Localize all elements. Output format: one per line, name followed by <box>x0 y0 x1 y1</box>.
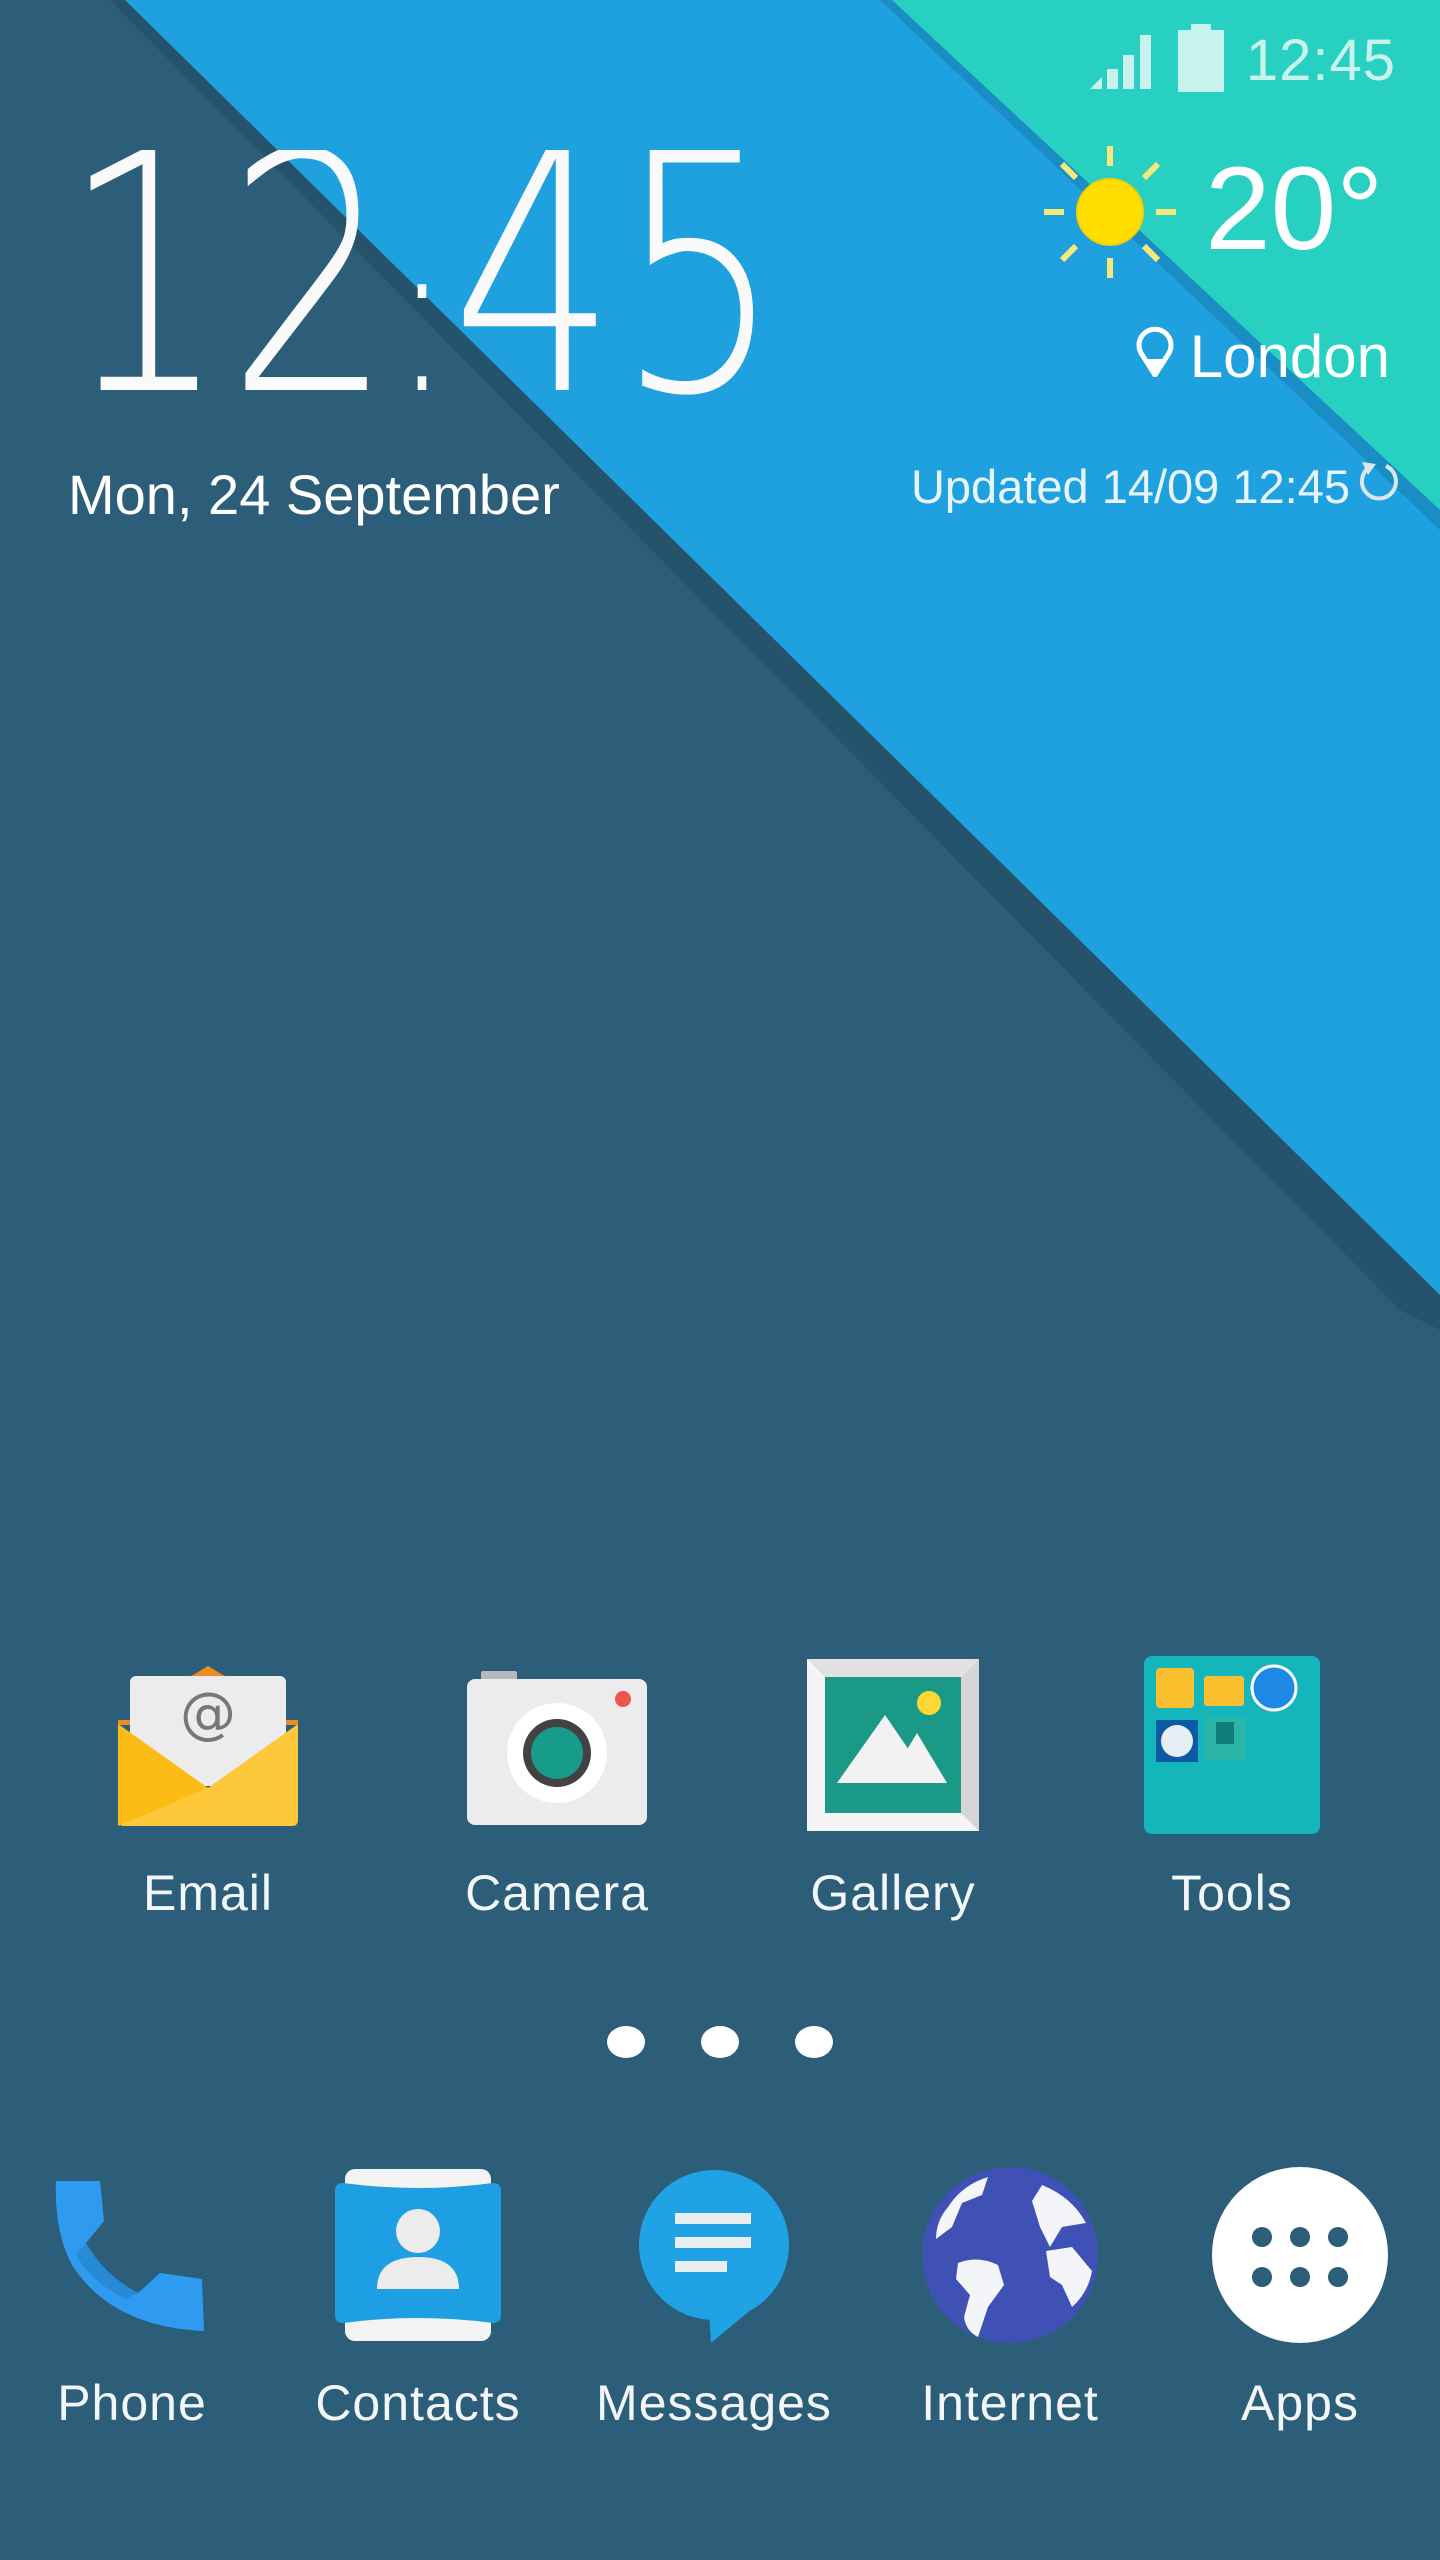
app-email[interactable]: @ Email <box>78 1650 338 1922</box>
dock-phone[interactable]: Phone <box>2 2160 262 2432</box>
app-label: Tools <box>1171 1865 1293 1921</box>
refresh-icon[interactable] <box>1356 458 1402 515</box>
clock-separator: : <box>393 186 451 410</box>
dock-internet[interactable]: Internet <box>880 2160 1140 2432</box>
app-label: Camera <box>465 1865 649 1921</box>
dock-messages[interactable]: Messages <box>584 2160 844 2432</box>
weather-temperature: 20° <box>1205 143 1384 275</box>
status-bar-time: 12:45 <box>1245 27 1396 93</box>
contacts-icon <box>323 2160 513 2350</box>
app-label: Internet <box>921 2375 1099 2431</box>
page-dot[interactable] <box>607 2026 645 2058</box>
phone-icon <box>37 2160 227 2350</box>
location-pin-icon <box>1136 322 1174 391</box>
location-label: London <box>1189 323 1390 390</box>
weather-location: London <box>1136 322 1390 391</box>
internet-globe-icon <box>915 2160 1105 2350</box>
app-tools-folder[interactable]: Tools <box>1102 1650 1362 1922</box>
updated-text: Updated 14/09 12:45 <box>910 460 1350 513</box>
app-drawer-icon <box>1205 2160 1395 2350</box>
app-label: Messages <box>596 2375 832 2431</box>
messages-icon <box>619 2160 809 2350</box>
clock-hours: 12 <box>62 150 393 410</box>
gallery-icon <box>798 1650 988 1840</box>
app-gallery[interactable]: Gallery <box>763 1650 1023 1922</box>
page-dot[interactable] <box>701 2026 739 2058</box>
dock-contacts[interactable]: Contacts <box>288 2160 548 2432</box>
svg-text:@: @ <box>180 1681 236 1746</box>
clock-time[interactable]: 12:45 <box>62 84 822 468</box>
signal-strength-icon <box>1089 27 1156 94</box>
clock-minutes: 45 <box>451 150 782 410</box>
sunny-icon <box>1040 142 1180 282</box>
app-label: Gallery <box>810 1865 976 1921</box>
status-bar: 12:45 <box>1089 18 1396 102</box>
app-camera[interactable]: Camera <box>427 1650 687 1922</box>
page-dot[interactable] <box>795 2026 833 2058</box>
camera-icon <box>462 1650 652 1840</box>
dock-apps[interactable]: Apps <box>1170 2160 1430 2432</box>
app-label: Apps <box>1241 2375 1359 2431</box>
email-icon: @ <box>113 1650 303 1840</box>
svg-text:12:45: 12:45 <box>62 150 782 410</box>
app-label: Email <box>142 1865 274 1921</box>
battery-full-icon <box>1177 23 1224 97</box>
page-indicator <box>0 2026 1440 2058</box>
app-label: Phone <box>57 2375 207 2431</box>
clock-date: Mon, 24 September <box>68 463 560 526</box>
folder-icon <box>1137 1650 1327 1840</box>
app-label: Contacts <box>315 2375 521 2431</box>
weather-updated: Updated 14/09 12:45 <box>911 458 1402 515</box>
